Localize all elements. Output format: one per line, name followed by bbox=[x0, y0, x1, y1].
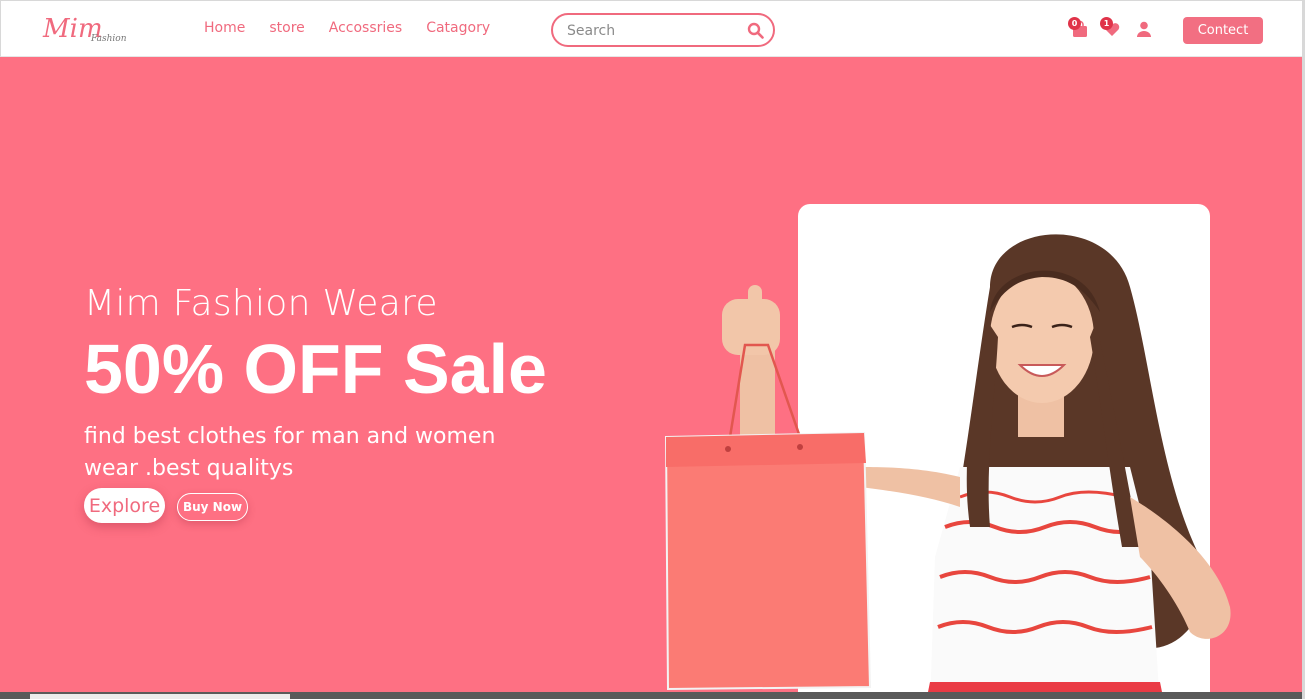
nav-link-store[interactable]: store bbox=[269, 20, 304, 36]
contact-button[interactable]: Contect bbox=[1183, 17, 1263, 44]
hero-image bbox=[664, 234, 1231, 699]
brand-logo-mark: Mim Fashion bbox=[42, 14, 127, 44]
user-icon bbox=[1137, 21, 1151, 37]
account-button[interactable] bbox=[1135, 20, 1153, 38]
hero-subtitle: Mim Fashion Weare bbox=[84, 283, 438, 324]
search-icon[interactable] bbox=[747, 22, 764, 39]
hero-description: find best clothes for man and women wear… bbox=[84, 424, 496, 481]
navbar: Mim Fashion Home store Accossries Catago… bbox=[0, 0, 1305, 57]
page-bottom-edge bbox=[0, 692, 1305, 699]
explore-button[interactable]: Explore bbox=[84, 488, 165, 523]
nav-link-home[interactable]: Home bbox=[204, 20, 245, 36]
svg-text:Fashion: Fashion bbox=[90, 34, 127, 44]
wishlist-count-badge: 1 bbox=[1100, 17, 1113, 30]
hero-title: 50% OFF Sale bbox=[84, 330, 547, 408]
cart-button[interactable]: 0 bbox=[1068, 17, 1089, 38]
nav-link-accessories[interactable]: Accossries bbox=[329, 20, 402, 36]
search-box bbox=[551, 13, 775, 47]
search-input[interactable] bbox=[567, 21, 737, 41]
nav-link-category[interactable]: Catagory bbox=[426, 20, 490, 36]
buy-now-button[interactable]: Buy Now bbox=[177, 493, 248, 521]
wishlist-button[interactable]: 1 bbox=[1100, 17, 1121, 38]
main-nav: Home store Accossries Catagory bbox=[204, 20, 514, 36]
hero-banner: Mim Fashion Weare 50% OFF Sale find best… bbox=[0, 57, 1305, 699]
brand-logo[interactable]: Mim Fashion bbox=[41, 11, 131, 47]
cart-count-badge: 0 bbox=[1068, 17, 1081, 30]
